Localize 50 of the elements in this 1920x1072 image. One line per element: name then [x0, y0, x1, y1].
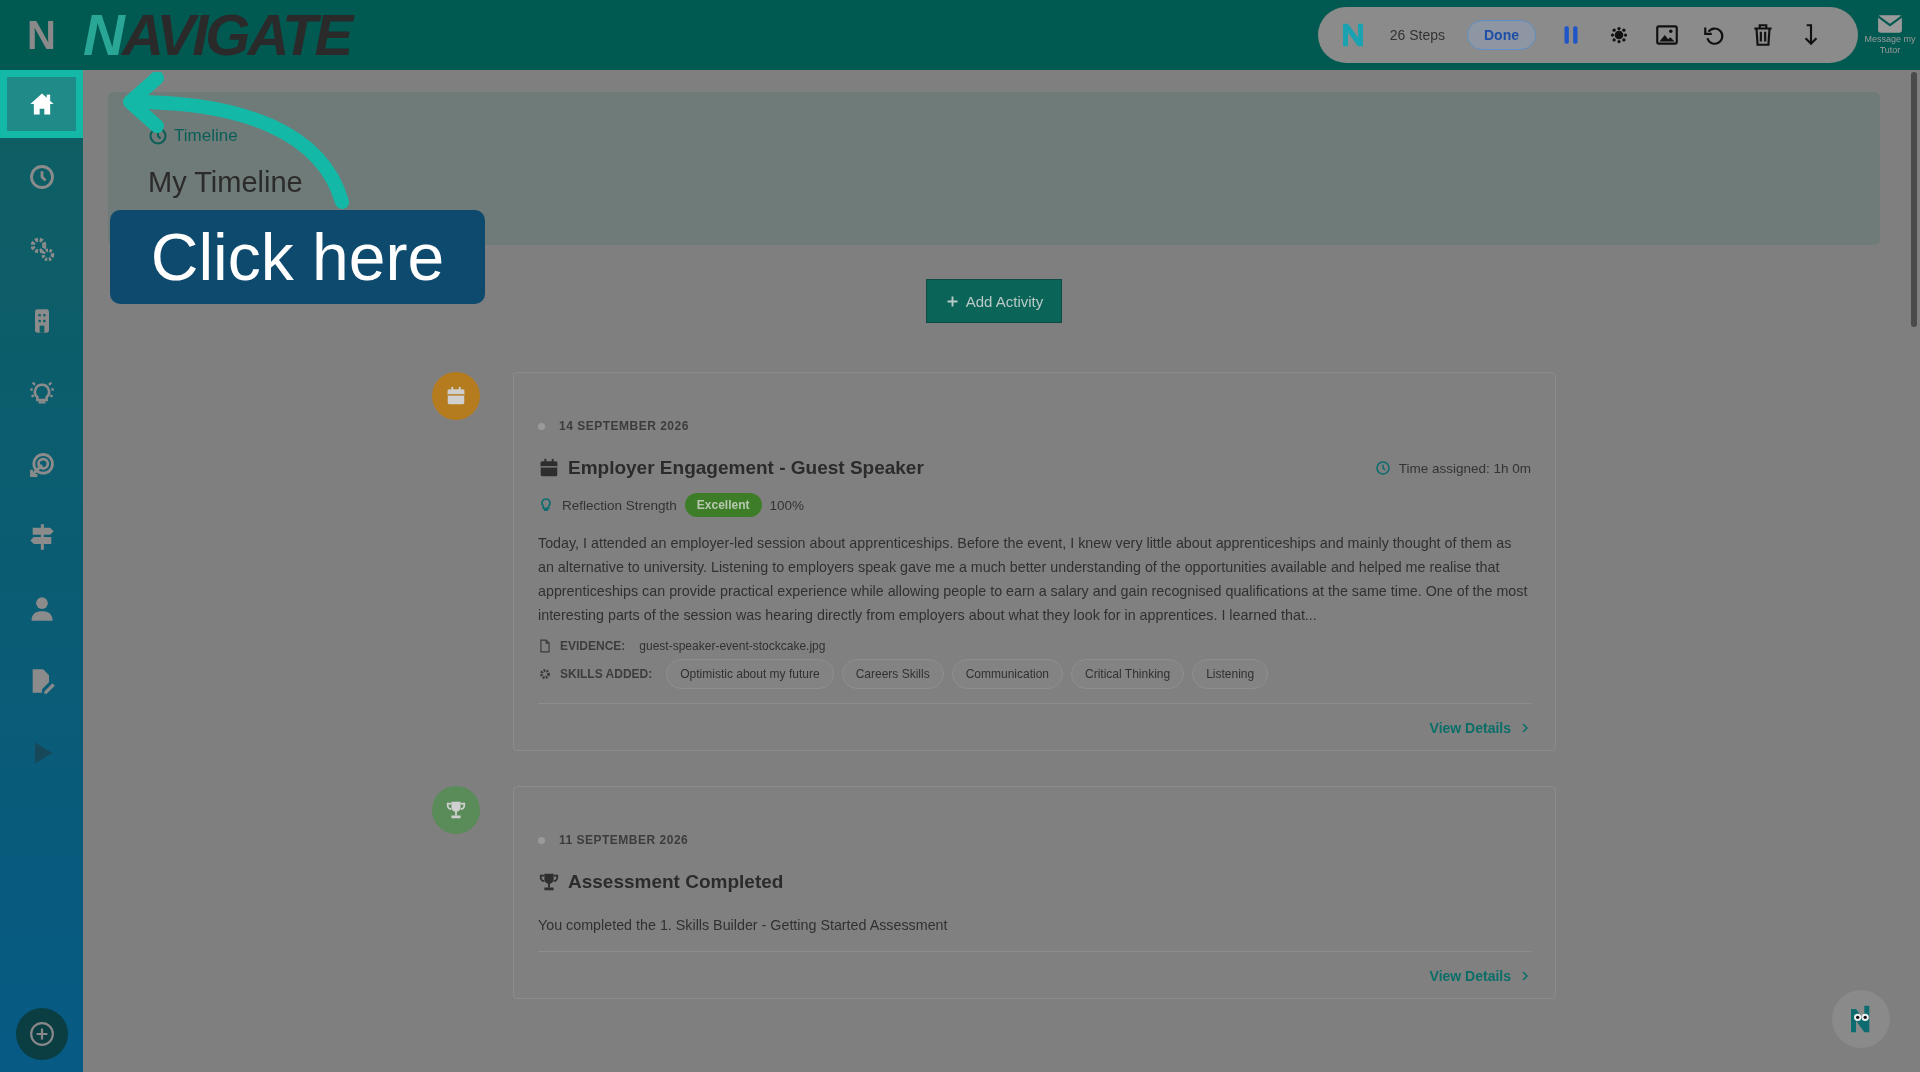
chevron-right-icon	[1519, 721, 1531, 735]
reflection-label: Reflection Strength	[562, 497, 677, 513]
skill-tag: Communication	[951, 659, 1063, 689]
reflection-percent: 100%	[769, 497, 805, 513]
plus-circle-icon	[28, 1021, 55, 1047]
file-icon	[538, 639, 552, 653]
time-assigned: Time assigned: 1h 0m	[1398, 460, 1531, 476]
scroll-thumb[interactable]	[1911, 72, 1917, 327]
gear-icon	[538, 667, 552, 681]
activity-date: 14 SEPTEMBER 2026	[559, 419, 689, 433]
activity-title: Assessment Completed	[568, 871, 784, 893]
brand-logo: NAVIGATE	[83, 1, 351, 69]
strength-badge: Excellent	[684, 493, 762, 517]
view-details-link[interactable]: View Details	[1429, 968, 1531, 984]
skills-label: SKILLS ADDED:	[560, 667, 653, 681]
clock-icon	[27, 163, 56, 191]
signpost-icon	[27, 523, 56, 551]
view-details-link[interactable]: View Details	[1429, 720, 1531, 736]
breadcrumb[interactable]: Timeline	[174, 126, 238, 146]
add-activity-button[interactable]: Add Activity	[925, 279, 1063, 323]
activity-title: Employer Engagement - Guest Speaker	[568, 457, 924, 479]
done-button[interactable]: Done	[1467, 20, 1536, 50]
trophy-icon	[538, 871, 560, 893]
step-count: 26 Steps	[1389, 27, 1445, 43]
chevron-right-icon	[1519, 969, 1531, 983]
lightbulb-icon	[538, 497, 554, 513]
calendar-icon	[445, 385, 467, 407]
skill-tag: Careers Skills	[841, 659, 944, 689]
clock-icon	[1374, 460, 1391, 476]
image-icon[interactable]	[1654, 22, 1680, 48]
logo: N	[0, 0, 83, 70]
add-button[interactable]	[15, 1008, 68, 1060]
activity-date: 11 SEPTEMBER 2026	[559, 833, 689, 847]
evidence-file[interactable]: guest-speaker-event-stockcake.jpg	[639, 639, 826, 653]
callout-label: Click here	[110, 210, 485, 304]
evidence-label: EVIDENCE:	[560, 639, 626, 653]
lightbulb-icon	[27, 379, 56, 407]
trophy-icon	[445, 799, 467, 821]
message-tutor-link[interactable]: Message my Tutor	[1864, 34, 1916, 56]
page-title: My Timeline	[148, 166, 304, 199]
skill-tag: Optimistic about my future	[666, 659, 834, 689]
skill-tag: Listening	[1192, 659, 1269, 689]
envelope-icon[interactable]	[1877, 14, 1903, 34]
bullet-dot	[538, 422, 545, 430]
sidebar-item[interactable]	[0, 70, 83, 138]
bullet-dot	[538, 836, 545, 844]
target-icon	[27, 451, 56, 479]
calendar-icon	[538, 457, 560, 479]
skill-tag: Critical Thinking	[1071, 659, 1185, 689]
activity-description: You completed the 1. Skills Builder - Getting Started Assessment	[538, 916, 949, 935]
